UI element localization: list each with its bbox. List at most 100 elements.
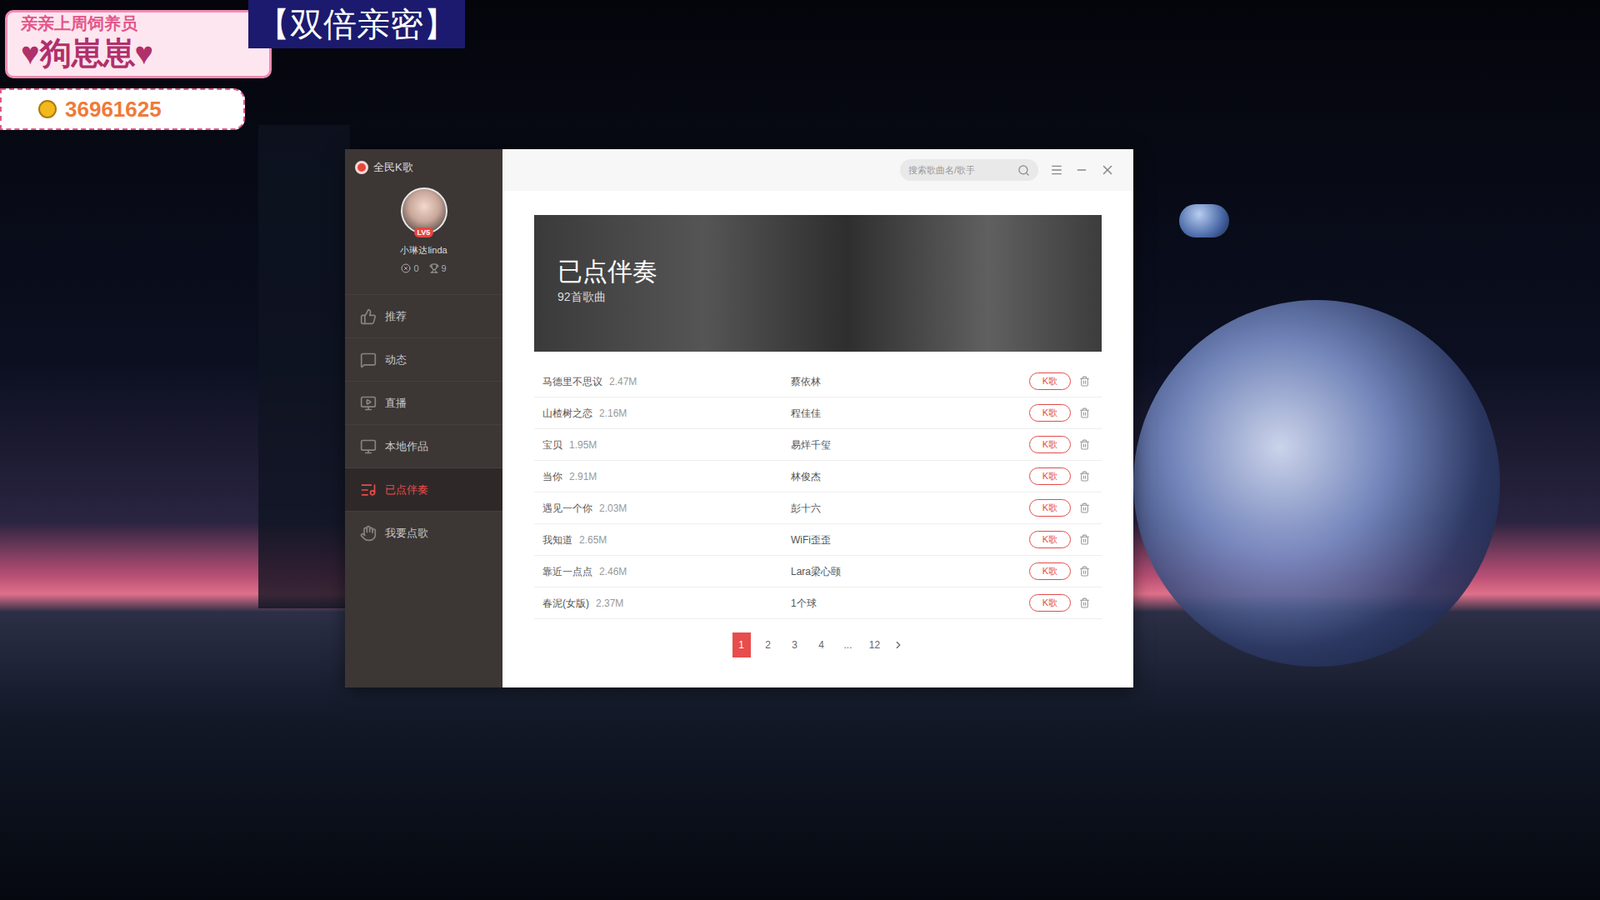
song-row[interactable]: 马德里不思议 2.47M 蔡依林K歌 (534, 365, 1102, 398)
song-title: 我知道 (542, 532, 573, 548)
supporter-caption: 亲亲上周饲养员 (20, 12, 220, 35)
search-field[interactable]: 搜索歌曲名/歌手 (900, 159, 1039, 181)
sidebar: 全民K歌 LV5 小琳达linda 09 推荐动态直播本地作品已点伴奏我要点歌 (345, 149, 503, 688)
app-window: 全民K歌 LV5 小琳达linda 09 推荐动态直播本地作品已点伴奏我要点歌 搜索歌曲名… (345, 149, 1134, 688)
song-list: 马德里不思议2.47M蔡依林K歌山楂树之恋2.16M程佳佳K歌宝贝1.95M易烊… (534, 365, 1102, 620)
trash-icon[interactable] (1079, 439, 1090, 450)
search-icon[interactable] (1017, 164, 1030, 177)
avatar[interactable]: LV5 (400, 187, 448, 235)
sing-button[interactable]: K歌 (1029, 435, 1071, 454)
song-row[interactable]: 当你 2.91M 林俊杰K歌 (534, 460, 1102, 493)
level-badge: LV5 (414, 227, 435, 238)
sidebar-item[interactable]: 已点伴奏 (345, 467, 503, 511)
page-button[interactable]: ... (839, 632, 858, 658)
sing-button[interactable]: K歌 (1029, 372, 1071, 390)
song-size: 1.95M (569, 437, 597, 453)
song-row[interactable]: 山楂树之恋2.16M程佳佳K歌 (534, 397, 1102, 430)
trash-icon[interactable] (1079, 565, 1090, 577)
stream-overlay: 亲亲上周饲养员♥狗崽崽♥【双倍亲密】36961625 (0, 0, 500, 134)
trophy-icon (429, 263, 440, 274)
next-page-icon[interactable] (892, 639, 905, 651)
tower-illustration (258, 125, 350, 609)
title-bar: 搜索歌曲名/歌手 (502, 149, 1134, 191)
song-row[interactable]: 春泥(女版) 2.37M 1个球K歌 (534, 587, 1102, 620)
singer: 彭十六 (790, 500, 1030, 516)
page-button[interactable]: 4 (812, 632, 831, 658)
singer: 蔡依林 (790, 374, 1030, 390)
double-intimacy-badge: 【双倍亲密】 (248, 0, 465, 49)
sidebar-item[interactable]: 推荐 (345, 294, 503, 338)
song-size: 2.46M (599, 564, 627, 580)
song-title: 春泥(女版) (542, 595, 590, 611)
sidebar-item[interactable]: 本地作品 (345, 424, 503, 468)
planet-illustration (1133, 300, 1500, 667)
song-title: 马德里不思议 (542, 374, 603, 390)
sing-button[interactable]: K歌 (1029, 499, 1071, 517)
song-title: 当你 (542, 469, 563, 485)
room-id: 36961625 (65, 93, 162, 126)
sing-button[interactable]: K歌 (1029, 467, 1071, 485)
nav-icon (360, 525, 377, 542)
supporter-name: ♥狗崽崽♥ (20, 34, 220, 73)
sing-button[interactable]: K歌 (1029, 530, 1071, 549)
singer: Lara梁心颐 (790, 564, 1030, 580)
banner: 已点伴奏92首歌曲 (534, 215, 1102, 352)
nav-icon (360, 351, 377, 369)
song-size: 2.65M (579, 532, 607, 548)
trash-icon[interactable] (1079, 470, 1090, 482)
song-title: 山楂树之恋 (542, 405, 593, 421)
singer: 林俊杰 (790, 469, 1030, 485)
trash-icon[interactable] (1079, 375, 1090, 387)
trash-icon[interactable] (1079, 407, 1090, 419)
sing-button[interactable]: K歌 (1029, 594, 1071, 612)
song-title: 遇见一个你 (542, 500, 593, 516)
sidebar-item[interactable]: 动态 (345, 337, 503, 381)
sing-button[interactable]: K歌 (1029, 562, 1071, 580)
nav-icon (360, 308, 377, 325)
sing-button[interactable]: K歌 (1029, 404, 1071, 422)
singer: 1个球 (790, 595, 1030, 611)
page-button[interactable]: 3 (785, 632, 805, 658)
trash-icon[interactable] (1079, 597, 1090, 609)
song-title: 靠近一点点 (542, 564, 593, 580)
banner-count: 92首歌曲 (557, 288, 1102, 305)
coin-icon (400, 263, 411, 274)
sidebar-nav: 推荐动态直播本地作品已点伴奏我要点歌 (345, 294, 503, 555)
nav-icon (360, 481, 377, 499)
close-icon[interactable] (1100, 162, 1115, 178)
sidebar-item[interactable]: 我要点歌 (345, 510, 503, 555)
id-card: 36961625 (0, 88, 245, 130)
stat: 0 (400, 262, 419, 275)
song-size: 2.47M (609, 374, 637, 390)
menu-icon[interactable] (1050, 163, 1064, 177)
profile: LV5 小琳达linda 09 (345, 185, 503, 295)
trash-icon[interactable] (1079, 502, 1090, 514)
song-size: 2.91M (569, 469, 597, 485)
main-panel: 搜索歌曲名/歌手已点伴奏92首歌曲马德里不思议2.47M蔡依林K歌山楂树之恋2.… (502, 149, 1134, 688)
sidebar-item[interactable]: 直播 (345, 380, 503, 425)
song-title: 宝贝 (542, 437, 563, 453)
user-stats: 09 (400, 262, 446, 275)
song-size: 2.03M (599, 500, 627, 516)
desktop: 亲亲上周饲养员♥狗崽崽♥【双倍亲密】36961625全民K歌LV5小琳达lind… (0, 0, 1600, 900)
nav-icon (360, 395, 377, 412)
app-header: 全民K歌 (345, 149, 503, 186)
song-row[interactable]: 靠近一点点 2.46M Lara梁心颐K歌 (534, 555, 1102, 588)
singer: WiFi歪歪 (790, 532, 1030, 548)
supporter-card: 亲亲上周饲养员♥狗崽崽♥ (5, 10, 272, 79)
content: 已点伴奏92首歌曲马德里不思议2.47M蔡依林K歌山楂树之恋2.16M程佳佳K歌… (502, 190, 1134, 658)
coin-icon (38, 100, 57, 119)
moon-illustration (1179, 204, 1230, 238)
song-size: 2.37M (595, 595, 624, 611)
stat: 9 (429, 262, 447, 275)
minimize-icon[interactable] (1075, 163, 1089, 177)
trash-icon[interactable] (1079, 534, 1090, 545)
song-row[interactable]: 我知道 2.65M WiFi歪歪K歌 (534, 524, 1102, 556)
song-row[interactable]: 遇见一个你 2.03M 彭十六K歌 (534, 492, 1102, 525)
page-button[interactable]: 2 (759, 632, 778, 658)
user-name[interactable]: 小琳达linda (400, 244, 447, 256)
pagination: 1234...12 (534, 632, 1102, 658)
page-button[interactable]: 1 (732, 632, 751, 658)
song-row[interactable]: 宝贝1.95M易烊千玺K歌 (534, 429, 1102, 461)
page-button[interactable]: 12 (865, 632, 885, 658)
